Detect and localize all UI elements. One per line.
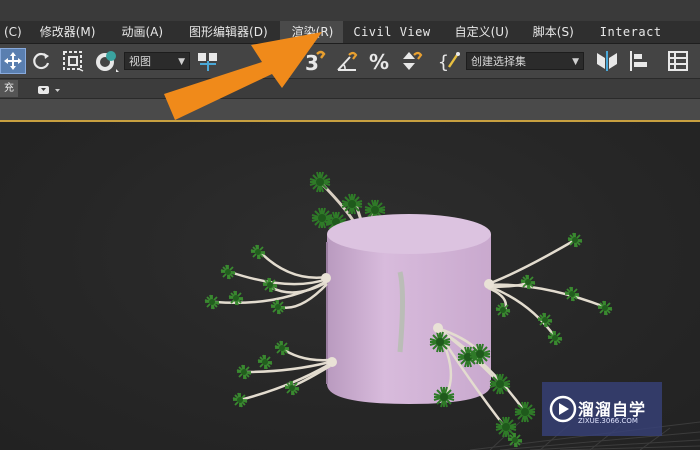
annotation-arrow-icon xyxy=(164,32,322,120)
